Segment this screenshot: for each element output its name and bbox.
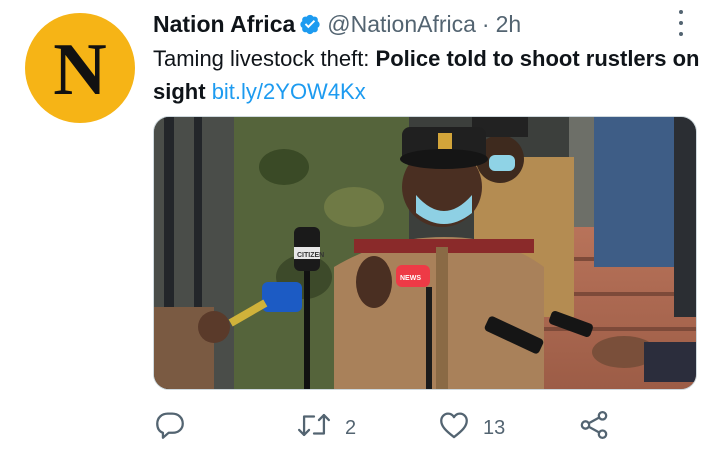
- tweet-photo[interactable]: CITIZEN NEWS: [153, 116, 697, 390]
- like-button[interactable]: 13: [437, 408, 505, 448]
- heart-icon: [437, 408, 471, 448]
- press-conference-photo: CITIZEN NEWS: [154, 117, 696, 389]
- account-handle[interactable]: @NationAfrica: [327, 11, 476, 38]
- tweet-link[interactable]: bit.ly/2YOW4Kx: [212, 79, 366, 104]
- tweet-card[interactable]: N Nation Africa @NationAfrica · 2h Tamin…: [0, 0, 720, 465]
- like-count: 13: [483, 416, 506, 439]
- verified-badge-icon: [299, 13, 321, 35]
- more-vertical-icon[interactable]: [672, 10, 690, 36]
- tweet-actions: 2 13: [153, 408, 713, 448]
- tweet-timestamp[interactable]: 2h: [496, 11, 522, 38]
- reply-icon: [153, 408, 187, 448]
- retweet-count: 2: [345, 416, 357, 439]
- reply-button[interactable]: [153, 408, 187, 448]
- retweet-button[interactable]: 2: [295, 408, 356, 448]
- retweet-icon: [295, 408, 333, 448]
- account-name[interactable]: Nation Africa: [153, 11, 295, 38]
- separator-dot: ·: [481, 10, 490, 37]
- mic-label-citizen: CITIZEN: [297, 252, 324, 259]
- avatar-letter: N: [53, 29, 107, 111]
- tweet-text-plain: Taming livestock theft:: [153, 46, 376, 71]
- tweet-header: Nation Africa @NationAfrica · 2h: [153, 8, 521, 40]
- share-icon: [577, 408, 611, 448]
- share-button[interactable]: [577, 408, 611, 448]
- tweet-text: Taming livestock theft: Police told to s…: [153, 42, 713, 108]
- avatar[interactable]: N: [25, 13, 135, 123]
- mic-label-news: NEWS: [400, 275, 421, 282]
